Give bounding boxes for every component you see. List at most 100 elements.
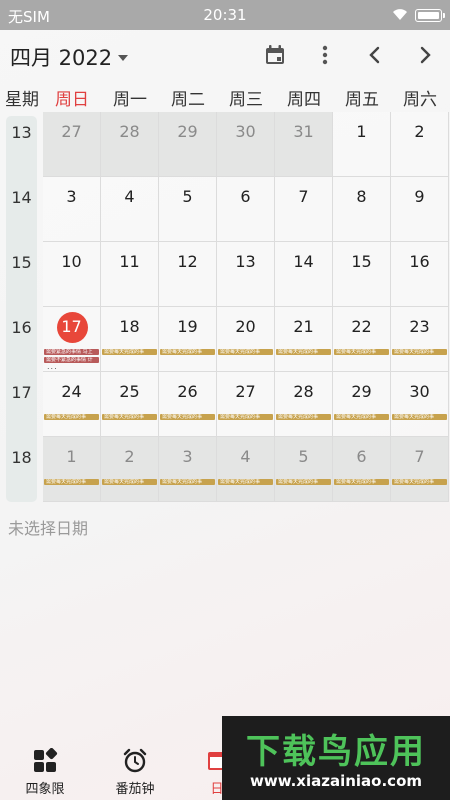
- day-cell[interactable]: 7: [275, 177, 333, 242]
- day-cell[interactable]: 20 需要每天完成的事: [217, 307, 275, 372]
- day-number: 12: [177, 252, 198, 271]
- day-cell[interactable]: 6: [217, 177, 275, 242]
- day-cell[interactable]: 3 需要每天完成的事: [159, 437, 217, 502]
- more-menu-button[interactable]: [310, 40, 340, 70]
- day-cell[interactable]: 29 需要每天完成的事: [333, 372, 391, 437]
- day-cell[interactable]: 12: [159, 242, 217, 307]
- event-chip[interactable]: 需要每天完成的事: [102, 349, 157, 355]
- month-selector[interactable]: 四月 2022: [10, 42, 129, 72]
- day-number: 10: [61, 252, 82, 271]
- day-cell[interactable]: 5 需要每天完成的事: [275, 437, 333, 502]
- day-number: 4: [240, 447, 251, 466]
- day-cell[interactable]: 5: [159, 177, 217, 242]
- week-number: 17: [11, 383, 32, 402]
- day-cell[interactable]: 21 需要每天完成的事: [275, 307, 333, 372]
- day-number: 6: [240, 187, 251, 206]
- week-number: 15: [11, 253, 32, 272]
- day-number: 2: [414, 122, 425, 141]
- event-chip[interactable]: 需要每天完成的事: [334, 414, 389, 420]
- today-button[interactable]: [260, 40, 290, 70]
- month-title: 四月 2022: [10, 46, 113, 70]
- next-month-button[interactable]: [410, 40, 440, 70]
- day-cell[interactable]: 26 需要每天完成的事: [159, 372, 217, 437]
- weekday-friday: 周五: [345, 90, 379, 110]
- day-cell[interactable]: 30: [217, 112, 275, 177]
- day-number: 28: [119, 122, 140, 141]
- nav-pomodoro[interactable]: 番茄钟: [100, 748, 170, 797]
- day-cell[interactable]: 31: [275, 112, 333, 177]
- clock-time: 20:31: [203, 6, 247, 24]
- day-cell[interactable]: 4 需要每天完成的事: [217, 437, 275, 502]
- day-cell[interactable]: 19 需要每天完成的事: [159, 307, 217, 372]
- day-cell[interactable]: 10: [43, 242, 101, 307]
- day-cell[interactable]: 28: [101, 112, 159, 177]
- event-chip[interactable]: 需要每天完成的事: [160, 479, 215, 485]
- day-cell[interactable]: 30 需要每天完成的事: [391, 372, 449, 437]
- day-cell[interactable]: 2 需要每天完成的事: [101, 437, 159, 502]
- event-chip[interactable]: 需要每天完成的事: [334, 479, 389, 485]
- day-cell[interactable]: 24 需要每天完成的事: [43, 372, 101, 437]
- event-chip[interactable]: 需要每天完成的事: [392, 479, 447, 485]
- day-number: 20: [235, 317, 256, 336]
- week-column-label: 星期: [5, 90, 39, 110]
- event-chip[interactable]: 需要每天完成的事: [218, 479, 273, 485]
- weekday-saturday: 周六: [403, 90, 437, 110]
- event-chip[interactable]: 需要每天完成的事: [218, 349, 273, 355]
- day-cell[interactable]: 16: [391, 242, 449, 307]
- alarm-clock-icon: [123, 748, 147, 773]
- calendar-grid: 13 27 28 29 30 31 1 2 14 3 4 5 6 7 8 9 15 10 11 12 13 14 15 16 1…: [0, 112, 450, 504]
- event-chip[interactable]: 需要每天完成的事: [218, 414, 273, 420]
- day-cell[interactable]: 22 需要每天完成的事: [333, 307, 391, 372]
- day-number: 3: [182, 447, 193, 466]
- event-chip[interactable]: 需要每天完成的事: [334, 349, 389, 355]
- day-cell[interactable]: 23 需要每天完成的事: [391, 307, 449, 372]
- event-chip[interactable]: 需要每天完成的事: [160, 414, 215, 420]
- day-number: 25: [119, 382, 140, 401]
- watermark-overlay: 下载鸟应用 www.xiazainiao.com: [222, 716, 450, 800]
- day-cell[interactable]: 4: [101, 177, 159, 242]
- day-number: 21: [293, 317, 314, 336]
- event-chip[interactable]: 需要每天完成的事: [160, 349, 215, 355]
- prev-month-button[interactable]: [360, 40, 390, 70]
- day-number: 6: [356, 447, 367, 466]
- day-cell[interactable]: 1 需要每天完成的事: [43, 437, 101, 502]
- event-chip[interactable]: 需要紧急的事情 马上: [44, 349, 99, 355]
- day-cell[interactable]: 6 需要每天完成的事: [333, 437, 391, 502]
- day-number: 1: [66, 447, 77, 466]
- day-cell[interactable]: 1: [333, 112, 391, 177]
- day-cell[interactable]: 27 需要每天完成的事: [217, 372, 275, 437]
- day-cell[interactable]: 8: [333, 177, 391, 242]
- nav-quadrant[interactable]: 四象限: [10, 748, 80, 797]
- event-chip[interactable]: 需要每天完成的事: [276, 479, 331, 485]
- calendar-icon: [266, 45, 284, 64]
- chevron-down-icon: [118, 55, 129, 61]
- day-cell[interactable]: 3: [43, 177, 101, 242]
- day-cell[interactable]: 25 需要每天完成的事: [101, 372, 159, 437]
- day-cell[interactable]: 14: [275, 242, 333, 307]
- event-chip[interactable]: 需要每天完成的事: [276, 414, 331, 420]
- nav-quadrant-label: 四象限: [25, 782, 65, 797]
- day-cell[interactable]: 18 需要每天完成的事: [101, 307, 159, 372]
- day-number: 30: [409, 382, 430, 401]
- day-cell[interactable]: 13: [217, 242, 275, 307]
- event-chip[interactable]: 需要每天完成的事: [44, 479, 99, 485]
- day-number: 7: [414, 447, 425, 466]
- day-cell[interactable]: 28 需要每天完成的事: [275, 372, 333, 437]
- day-cell[interactable]: 15: [333, 242, 391, 307]
- event-chip[interactable]: 需要每天完成的事: [392, 349, 447, 355]
- event-chip[interactable]: 需要每天完成的事: [44, 414, 99, 420]
- day-cell[interactable]: 11: [101, 242, 159, 307]
- day-cell[interactable]: 7 需要每天完成的事: [391, 437, 449, 502]
- event-chip[interactable]: 需要每天完成的事: [102, 414, 157, 420]
- day-number: 8: [356, 187, 367, 206]
- day-cell[interactable]: 2: [391, 112, 449, 177]
- day-cell[interactable]: 29: [159, 112, 217, 177]
- day-cell[interactable]: 27: [43, 112, 101, 177]
- event-chip[interactable]: 需要每天完成的事: [102, 479, 157, 485]
- day-number: 30: [235, 122, 256, 141]
- event-chip[interactable]: 需要每天完成的事: [276, 349, 331, 355]
- event-chip[interactable]: 需要每天完成的事: [392, 414, 447, 420]
- day-cell[interactable]: 9: [391, 177, 449, 242]
- more-events-indicator: ...: [47, 362, 58, 371]
- day-cell-today[interactable]: 17 需要紧急的事情 马上 需要不紧急的事情 计...: [43, 307, 101, 372]
